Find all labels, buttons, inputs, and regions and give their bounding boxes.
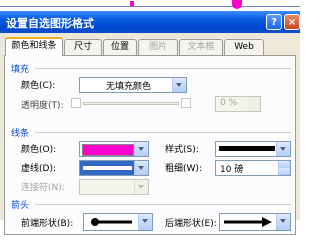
end-style-dropdown[interactable] <box>219 213 291 231</box>
title-bar: 设置自选图形格式 ? × <box>0 11 300 33</box>
transparency-spinner: 0 % <box>215 96 261 112</box>
transparency-slider-track <box>83 102 179 105</box>
dash-preview <box>83 166 132 170</box>
tab-panel: 填充 颜色(C): 无填充颜色 透明度(T): 0 % 线条 颜色(O): 样式… <box>4 55 296 235</box>
chevron-down-icon <box>172 78 186 92</box>
connector-label: 连接符(N): <box>21 183 65 193</box>
chevron-down-icon <box>138 214 152 230</box>
begin-style-dropdown[interactable] <box>83 213 153 231</box>
line-section-heading: 线条 <box>11 129 30 139</box>
chevron-down-icon <box>134 142 148 156</box>
end-style-label: 后端形状(E): <box>165 219 217 229</box>
format-autoshape-dialog: 设置自选图形格式 ? × 颜色和线条 尺寸 位置 图片 文本框 Web 填充 颜… <box>0 11 300 235</box>
divider <box>35 132 291 133</box>
spinner-up-icon[interactable] <box>278 161 290 168</box>
dialog-title: 设置自选图形格式 <box>6 17 94 30</box>
transparency-slider-right-arrow <box>181 98 191 108</box>
help-button[interactable]: ? <box>266 14 282 30</box>
connector-dropdown <box>79 179 149 195</box>
fill-color-label: 颜色(C): <box>21 81 56 91</box>
begin-arrow-preview <box>91 218 132 226</box>
fill-color-dropdown[interactable]: 无填充颜色 <box>79 77 187 93</box>
begin-style-label: 前端形状(B): <box>21 219 74 229</box>
line-style-label: 样式(S): <box>165 145 199 155</box>
transparency-value: 0 % <box>220 98 238 108</box>
dash-label: 虚线(D): <box>21 164 56 174</box>
tab-position[interactable]: 位置 <box>103 39 137 55</box>
end-arrow-preview <box>224 217 272 227</box>
line-color-label: 颜色(O): <box>21 145 57 155</box>
divider <box>35 204 291 205</box>
chevron-down-icon <box>276 214 290 230</box>
line-style-preview <box>219 146 275 151</box>
transparency-slider-left-arrow <box>71 98 81 108</box>
fill-section-heading: 填充 <box>11 65 30 75</box>
tab-size[interactable]: 尺寸 <box>64 39 102 55</box>
background-marker <box>130 1 134 6</box>
close-button[interactable]: × <box>284 14 300 30</box>
background-marker <box>232 0 242 9</box>
divider <box>35 68 291 69</box>
spinner-down-icon[interactable] <box>278 168 290 175</box>
spinner-arrows-icon <box>248 97 260 111</box>
transparency-label: 透明度(T): <box>21 101 64 111</box>
line-style-dropdown[interactable] <box>215 141 291 157</box>
chevron-down-icon <box>134 161 148 175</box>
chevron-down-icon <box>276 142 290 156</box>
arrows-section-heading: 箭头 <box>11 201 30 211</box>
tab-textbox: 文本框 <box>179 39 223 55</box>
line-weight-value: 10 磅 <box>220 165 244 175</box>
chevron-down-icon <box>134 180 148 194</box>
line-weight-label: 粗细(W): <box>165 164 202 174</box>
tab-picture: 图片 <box>138 39 178 55</box>
background-line <box>0 6 300 7</box>
line-color-dropdown[interactable] <box>79 141 149 157</box>
line-color-swatch <box>82 144 134 156</box>
tab-colors-and-lines[interactable]: 颜色和线条 <box>5 37 63 56</box>
fill-color-value: 无填充颜色 <box>106 82 152 92</box>
line-weight-spinner[interactable]: 10 磅 <box>215 160 291 176</box>
dash-dropdown[interactable] <box>79 160 149 176</box>
tab-web[interactable]: Web <box>224 39 264 55</box>
